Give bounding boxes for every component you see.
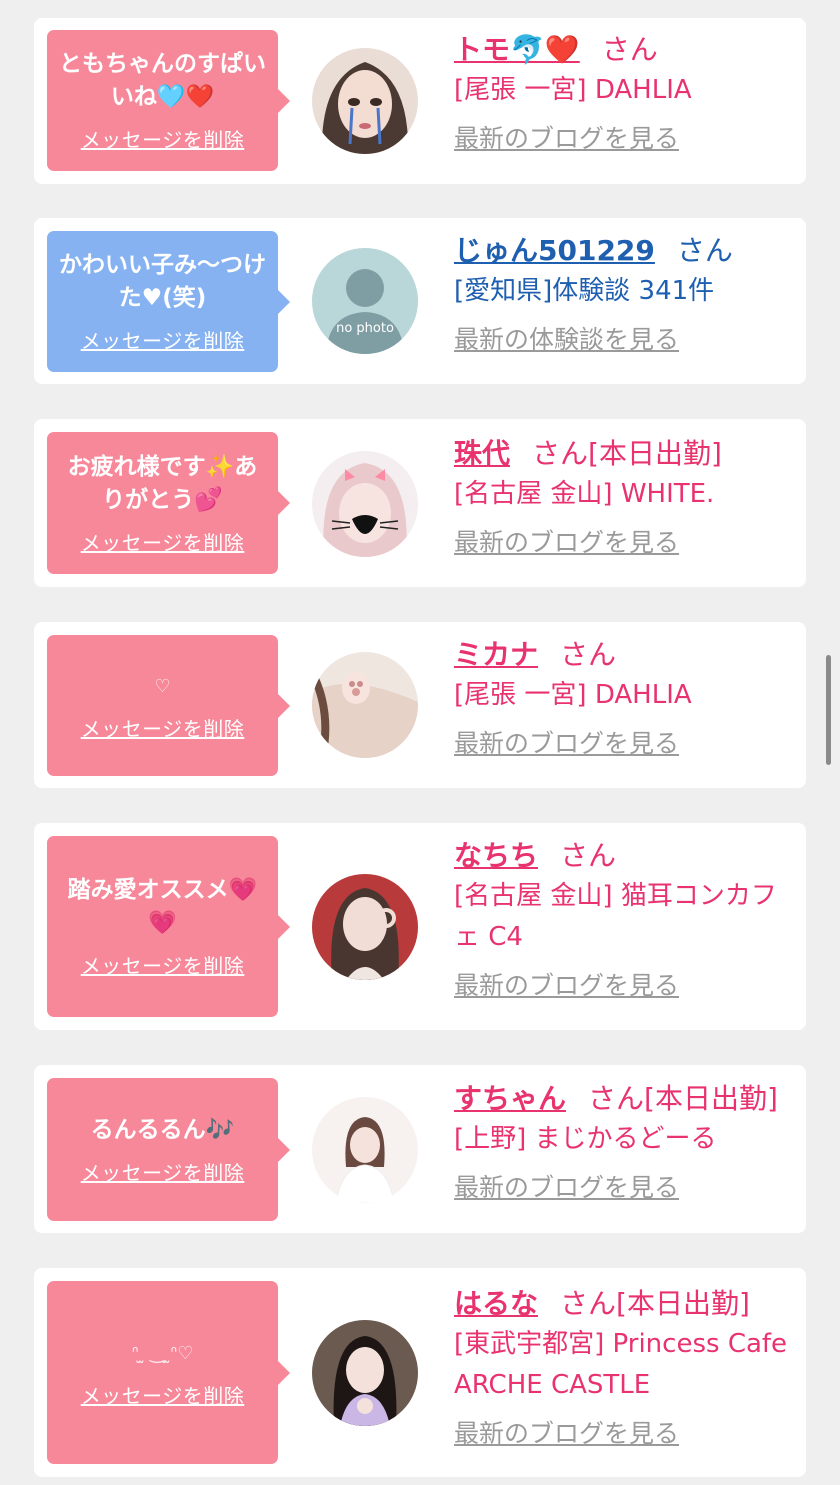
message-bubble: 踏み愛オススメ💗💗 メッセージを削除: [47, 836, 290, 1017]
avatar[interactable]: [312, 652, 418, 758]
name-line: トモ🐬❤️ さん: [454, 30, 792, 70]
member-name-link[interactable]: じゅん501229: [454, 234, 655, 267]
name-line: ミカナ さん: [454, 635, 792, 675]
honorific: さん: [560, 1287, 617, 1320]
no-photo-avatar: no photo: [312, 248, 418, 354]
latest-blog-link[interactable]: 最新のブログを見る: [454, 1168, 679, 1204]
latest-blog-link[interactable]: 最新のブログを見る: [454, 724, 679, 760]
honorific: さん: [588, 1082, 645, 1115]
honorific: さん: [560, 839, 617, 872]
card-info: 珠代 さん[本日出勤] [名古屋 金山] WHITE. 最新のブログを見る: [454, 434, 792, 559]
card-info: なちち さん [名古屋 金山] 猫耳コンカフェ C4 最新のブログを見る: [454, 836, 792, 1002]
latest-blog-link[interactable]: 最新のブログを見る: [454, 966, 679, 1002]
message-text: るんるるん🎶: [90, 1116, 235, 1143]
member-name-link[interactable]: すちゃん: [454, 1082, 566, 1115]
no-photo-text: no photo: [336, 321, 394, 336]
avatar-image: [312, 451, 418, 557]
member-name-link[interactable]: 珠代: [454, 437, 510, 470]
avatar[interactable]: no photo: [312, 248, 418, 354]
card-info: はるな さん[本日出勤] [東武宇都宮] Princess Cafe ARCHE …: [454, 1284, 792, 1450]
review-count-label: [愛知県]体験談 341件: [454, 276, 715, 306]
name-line: 珠代 さん[本日出勤]: [454, 434, 792, 474]
card-info: じゅん501229 さん [愛知県]体験談 341件 最新の体験談を見る: [454, 231, 792, 356]
latest-review-link[interactable]: 最新の体験談を見る: [454, 320, 679, 356]
status-label: [本日出勤]: [616, 1287, 750, 1320]
message-card: ᐢ ̫ ‿ ̫ᐢ♡ メッセージを削除 はるな さん[本日出勤] [東武宇都宮] P…: [34, 1268, 806, 1477]
delete-message-link[interactable]: メッセージを削除: [81, 1157, 245, 1186]
message-card: ともちゃんのすぱいいね🩵❤️ メッセージを削除 トモ🐬❤️ さん [尾張 一宮] …: [34, 18, 806, 184]
name-line: なちち さん: [454, 836, 792, 876]
avatar[interactable]: [312, 874, 418, 980]
member-name-link[interactable]: はるな: [454, 1287, 538, 1320]
message-text: 踏み愛オススメ💗💗: [67, 877, 258, 936]
message-text: お疲れ様です✨ありがとう💕: [67, 453, 258, 513]
avatar[interactable]: [312, 48, 418, 154]
message-bubble: ♡ メッセージを削除: [47, 635, 290, 776]
name-line: すちゃん さん[本日出勤]: [454, 1079, 792, 1119]
shop-label: [尾張 一宮] DAHLIA: [454, 680, 692, 710]
message-bubble: るんるるん🎶 メッセージを削除: [47, 1078, 290, 1221]
name-line: じゅん501229 さん: [454, 231, 792, 271]
message-bubble: ともちゃんのすぱいいね🩵❤️ メッセージを削除: [47, 30, 290, 171]
member-name-link[interactable]: ミカナ: [454, 638, 538, 671]
message-text: ᐢ ̫ ‿ ̫ᐢ♡: [131, 1342, 194, 1364]
shop-label: [名古屋 金山] WHITE.: [454, 479, 715, 509]
member-name-link[interactable]: トモ🐬❤️: [454, 33, 580, 66]
card-info: すちゃん さん[本日出勤] [上野] まじかるどーる 最新のブログを見る: [454, 1079, 792, 1204]
delete-message-link[interactable]: メッセージを削除: [81, 713, 245, 742]
card-info: トモ🐬❤️ さん [尾張 一宮] DAHLIA 最新のブログを見る: [454, 30, 792, 155]
message-card: かわいい子み〜つけた♥(笑) メッセージを削除 no photo じゅん5012…: [34, 218, 806, 384]
message-bubble: お疲れ様です✨ありがとう💕 メッセージを削除: [47, 432, 290, 574]
avatar-image: [312, 48, 418, 154]
message-card: ♡ メッセージを削除 ミカナ さん [尾張 一宮] DAHLIA 最新のブログを見…: [34, 622, 806, 788]
message-card: 踏み愛オススメ💗💗 メッセージを削除 なちち さん [名古屋 金山] 猫耳コンカフ…: [34, 823, 806, 1030]
name-line: はるな さん[本日出勤]: [454, 1284, 792, 1324]
message-text: ♡: [154, 675, 171, 697]
latest-blog-link[interactable]: 最新のブログを見る: [454, 1414, 679, 1450]
status-label: [本日出勤]: [644, 1082, 778, 1115]
message-card: お疲れ様です✨ありがとう💕 メッセージを削除 珠代 さん[本日出勤] [名古屋 金…: [34, 419, 806, 587]
avatar-image: [312, 1097, 418, 1203]
message-text: かわいい子み〜つけた♥(笑): [59, 252, 266, 311]
delete-message-link[interactable]: メッセージを削除: [81, 124, 245, 153]
shop-label: [東武宇都宮] Princess Cafe ARCHE CASTLE: [454, 1329, 788, 1400]
latest-blog-link[interactable]: 最新のブログを見る: [454, 523, 679, 559]
honorific: さん: [676, 234, 733, 267]
avatar[interactable]: [312, 1320, 418, 1426]
honorific: さん: [601, 33, 658, 66]
avatar-image: [312, 874, 418, 980]
shop-label: [名古屋 金山] 猫耳コンカフェ C4: [454, 881, 777, 952]
avatar-image: [312, 1320, 418, 1426]
delete-message-link[interactable]: メッセージを削除: [81, 325, 245, 354]
avatar-image: [312, 652, 418, 758]
message-text: ともちゃんのすぱいいね🩵❤️: [59, 51, 266, 110]
scrollbar[interactable]: [826, 655, 831, 765]
delete-message-link[interactable]: メッセージを削除: [81, 950, 245, 979]
card-info: ミカナ さん [尾張 一宮] DAHLIA 最新のブログを見る: [454, 635, 792, 760]
delete-message-link[interactable]: メッセージを削除: [81, 527, 245, 556]
honorific: さん: [532, 437, 589, 470]
message-bubble: ᐢ ̫ ‿ ̫ᐢ♡ メッセージを削除: [47, 1281, 290, 1464]
latest-blog-link[interactable]: 最新のブログを見る: [454, 119, 679, 155]
honorific: さん: [560, 638, 617, 671]
message-bubble: かわいい子み〜つけた♥(笑) メッセージを削除: [47, 231, 290, 372]
delete-message-link[interactable]: メッセージを削除: [81, 1380, 245, 1409]
member-name-link[interactable]: なちち: [454, 839, 538, 872]
shop-label: [上野] まじかるどーる: [454, 1124, 717, 1154]
status-label: [本日出勤]: [588, 437, 722, 470]
avatar[interactable]: [312, 1097, 418, 1203]
message-card: るんるるん🎶 メッセージを削除 すちゃん さん[本日出勤] [上野] まじかるどー…: [34, 1065, 806, 1233]
avatar[interactable]: [312, 451, 418, 557]
shop-label: [尾張 一宮] DAHLIA: [454, 75, 692, 105]
